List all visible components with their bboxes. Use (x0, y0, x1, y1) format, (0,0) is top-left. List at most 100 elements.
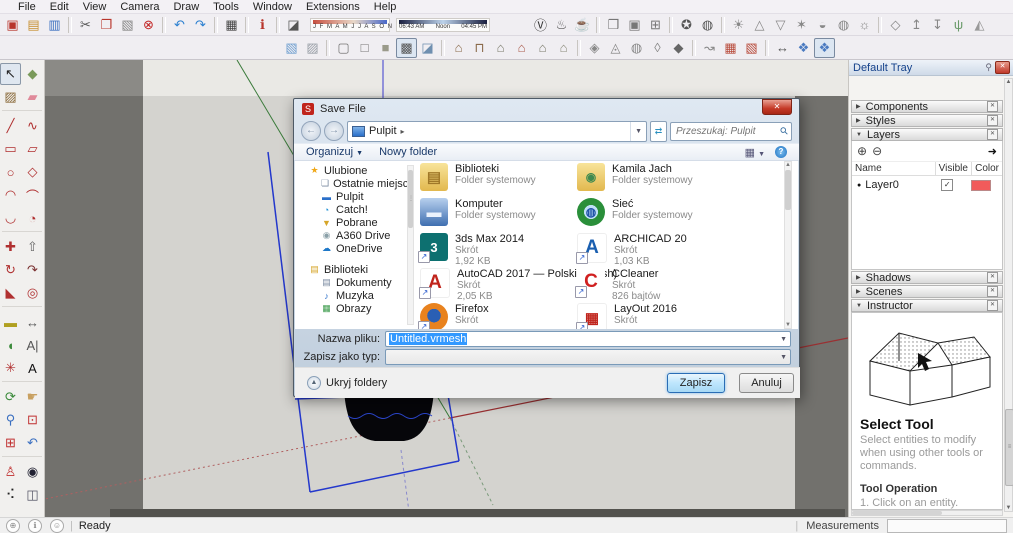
file-komputer[interactable]: ▬ Komputer Folder systemowy (420, 196, 572, 231)
tray-scrollbar-thumb[interactable]: ≡ (1005, 409, 1013, 486)
undo-button[interactable]: ↶ (169, 15, 190, 35)
file-layout-2016[interactable]: ▦ LayOut 2016 Skrót (576, 301, 777, 329)
vray-object-button[interactable]: ❖ (793, 38, 814, 58)
zoom-tool[interactable]: ⚲ (0, 409, 21, 431)
section-close-button[interactable]: ✕ (987, 272, 998, 283)
breadcrumb[interactable]: Pulpit ▸ ▼ (347, 120, 647, 142)
back-button[interactable]: ← (301, 121, 321, 141)
offset-tool[interactable]: ◎ (22, 282, 43, 304)
tape-measure-tool[interactable]: ▬ (0, 311, 21, 333)
scale-tool[interactable]: ◣ (0, 282, 21, 304)
layer-row[interactable]: ● Layer0 ✓ (852, 176, 1002, 194)
circle-tool[interactable]: ○ (0, 161, 21, 183)
file-list-scrollbar-thumb[interactable] (785, 170, 791, 210)
monochrome-button[interactable]: ◪ (417, 38, 438, 58)
nav-dokumenty[interactable]: ▤ Dokumenty (301, 276, 407, 289)
menu-view[interactable]: View (76, 1, 114, 13)
layer-visible-checkbox[interactable]: ✓ (941, 179, 954, 191)
shaded-button[interactable]: ■ (375, 38, 396, 58)
section-close-button[interactable]: ✕ (987, 115, 998, 126)
copy-button[interactable]: ❐ (96, 15, 117, 35)
sun-light-button[interactable]: ☼ (854, 15, 875, 35)
cut-button[interactable]: ✂ (75, 15, 96, 35)
vray-clipper-button[interactable]: ◭ (969, 15, 990, 35)
nav-obrazy[interactable]: ▦ Obrazy (301, 302, 407, 315)
xray-button[interactable]: ▧ (281, 38, 302, 58)
menu-edit[interactable]: Edit (43, 1, 76, 13)
sign-in-button[interactable]: ☺ (50, 518, 64, 533)
solid-trim-button[interactable]: ◆ (668, 38, 689, 58)
two-point-arc-tool[interactable]: ⌒ (22, 184, 43, 206)
file-kamila-jach[interactable]: ◉ Kamila Jach Folder systemowy (577, 161, 777, 196)
cancel-button[interactable]: Anuluj (739, 373, 794, 393)
add-layer-button[interactable]: ⊕ (857, 144, 867, 158)
file-3ds-max-2014[interactable]: 3 3ds Max 2014 Skrót 1,92 KB (418, 231, 572, 267)
search-input[interactable] (674, 124, 781, 138)
import-proxy-button[interactable]: ↧ (927, 15, 948, 35)
credits-button[interactable]: ℹ (28, 518, 42, 533)
vray-fur-button[interactable]: ψ (948, 15, 969, 35)
section-layers[interactable]: ▼ Layers ✕ (851, 128, 1003, 141)
pan-tool[interactable]: ☛ (22, 386, 43, 408)
section-components[interactable]: ▶ Components ✕ (851, 100, 1003, 113)
back-edges-button[interactable]: ▨ (302, 38, 323, 58)
rectangle-tool[interactable]: ▭ (0, 138, 21, 160)
erase-button[interactable]: ⊗ (138, 15, 159, 35)
section-close-button[interactable]: ✕ (987, 101, 998, 112)
nav-a360-drive[interactable]: ◉ A360 Drive (301, 229, 407, 242)
back-view-button[interactable]: ⌂ (532, 38, 553, 58)
color-column-header[interactable]: Color (972, 162, 1002, 175)
polygon-tool[interactable]: ◇ (22, 161, 43, 183)
position-camera-tool[interactable]: ♙ (0, 461, 21, 483)
scroll-down-icon[interactable]: ▼ (785, 322, 791, 328)
pie-tool[interactable]: ◔ (22, 207, 43, 229)
measurements-input[interactable] (887, 518, 1007, 533)
help-button[interactable]: ? (775, 146, 787, 158)
select-tool[interactable]: ↖ (0, 63, 21, 85)
menu-draw[interactable]: Draw (166, 1, 206, 13)
menu-extensions[interactable]: Extensions (299, 1, 367, 13)
dome-light-button[interactable]: ◒ (812, 15, 833, 35)
iso-view-button[interactable]: ⌂ (448, 38, 469, 58)
freehand-tool[interactable]: ∿ (22, 115, 43, 137)
field-of-view-button[interactable]: ↔ (772, 38, 793, 58)
right-view-button[interactable]: ⌂ (511, 38, 532, 58)
organize-button[interactable]: Organizuj ▼ (306, 146, 363, 158)
section-styles[interactable]: ▶ Styles ✕ (851, 114, 1003, 127)
redo-button[interactable]: ↷ (190, 15, 211, 35)
paint-bucket-tool[interactable]: ▨ (0, 86, 21, 108)
file-list-scrollbar[interactable]: ▲ ▼ (784, 161, 792, 329)
three-point-arc-tool[interactable]: ◡ (0, 207, 21, 229)
nav-ostatnie-miejsca[interactable]: ❏ Ostatnie miejsca (301, 177, 407, 190)
nav-scrollbar[interactable]: ⋮ (407, 165, 414, 325)
vray-scene-button[interactable]: ◍ (697, 15, 718, 35)
menu-help[interactable]: Help (367, 1, 404, 13)
new-folder-button[interactable]: Nowy folder (379, 146, 437, 158)
forward-button[interactable]: → (324, 121, 344, 141)
export-proxy-button[interactable]: ↥ (906, 15, 927, 35)
filename-value[interactable]: Untitled.vrmesh (389, 333, 468, 345)
vray-interactive-render-button[interactable]: ☕ (572, 15, 593, 35)
protractor-tool[interactable]: ◖ (0, 334, 21, 356)
front-view-button[interactable]: ⌂ (490, 38, 511, 58)
section-instructor[interactable]: ▼ Instructor ✕ (851, 299, 1003, 312)
file-biblioteki[interactable]: ▤ Biblioteki Folder systemowy (420, 161, 572, 196)
zoom-extents-tool[interactable]: ⊞ (0, 432, 21, 454)
vray-light-gen-button[interactable]: ▦ (720, 38, 741, 58)
visible-column-header[interactable]: Visible (936, 162, 973, 175)
new-button[interactable]: ▣ (2, 15, 23, 35)
infinite-plane-button[interactable]: ◇ (885, 15, 906, 35)
dimension-tool[interactable]: ↔ (22, 311, 43, 333)
current-layer-radio[interactable]: ● (857, 182, 861, 189)
vray-object-selected-button[interactable]: ❖ (814, 37, 835, 58)
shadow-time-slider[interactable]: 06:43 AM Noon 04:45 PM (396, 17, 490, 32)
instructor-horizontal-scrollbar[interactable] (851, 510, 1003, 516)
nav-onedrive[interactable]: ☁ OneDrive (301, 242, 407, 255)
three-d-text-tool[interactable]: A (22, 357, 43, 379)
hscroll-thumb[interactable] (852, 511, 942, 515)
push-pull-tool[interactable]: ⇧ (22, 236, 43, 258)
nav-catch[interactable]: ◔ Catch! (301, 203, 407, 216)
axes-tool[interactable]: ✳ (0, 357, 21, 379)
tray-header[interactable]: Default Tray ⚲ ✕ (849, 60, 1013, 76)
eraser-tool[interactable]: ▰ (22, 86, 43, 108)
